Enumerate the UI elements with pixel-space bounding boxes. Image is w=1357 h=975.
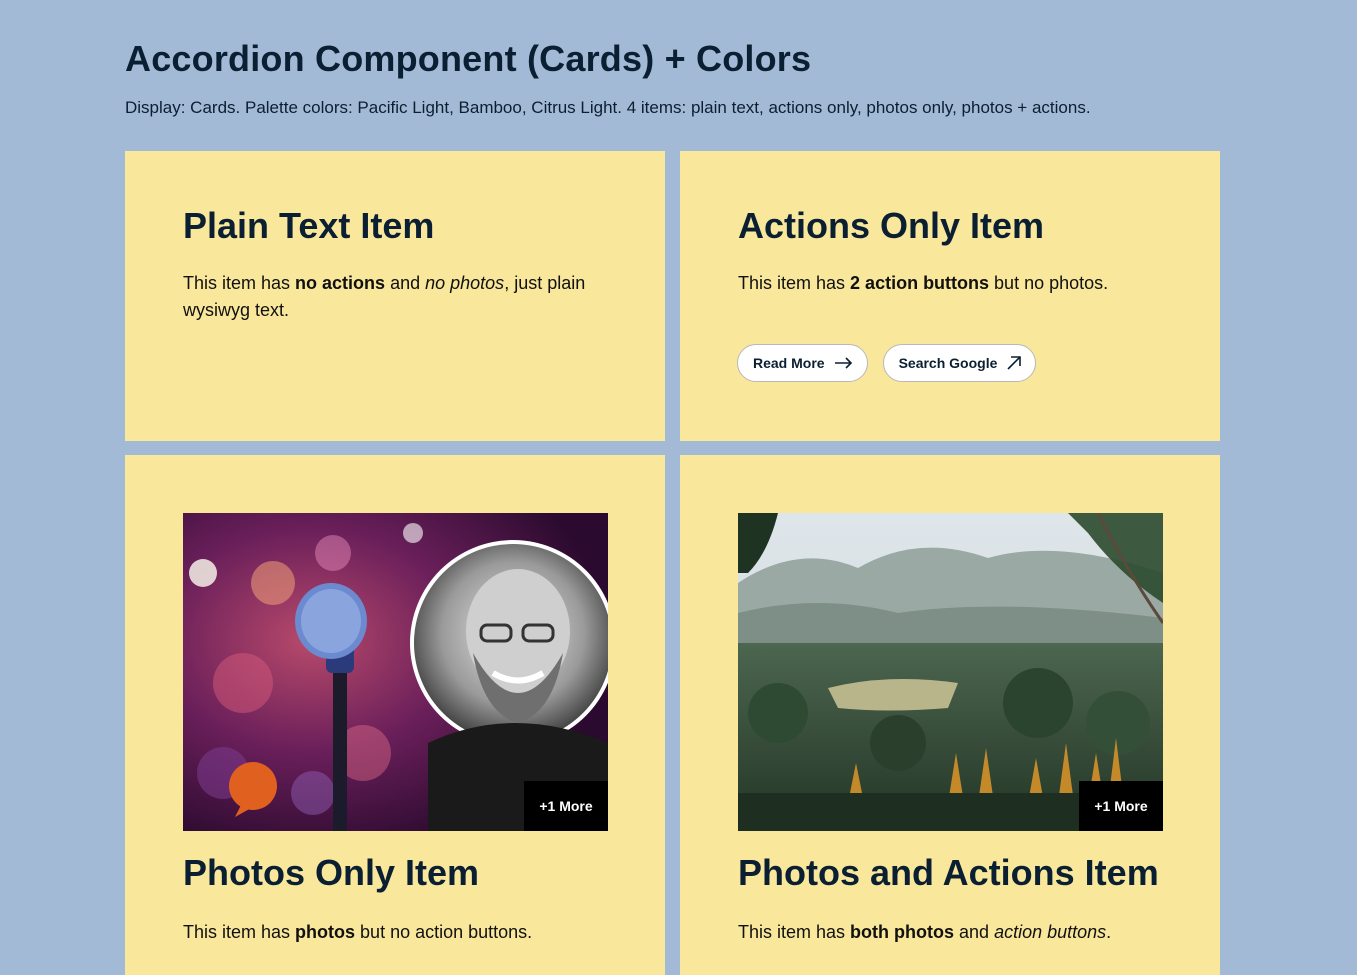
card-body: This item has photos but no action butto… [183, 919, 623, 946]
body-text: and [954, 922, 995, 942]
body-bold: no actions [295, 273, 386, 293]
body-text: This item has [183, 273, 296, 293]
body-bold: both photos [850, 922, 955, 942]
photo-gallery[interactable]: +1 More [738, 513, 1163, 831]
body-text: but no action buttons. [355, 922, 533, 942]
external-link-icon [1007, 356, 1022, 370]
page-title: Accordion Component (Cards) + Colors [125, 38, 812, 79]
more-photos-badge[interactable]: +1 More [1079, 781, 1163, 831]
body-text: . [1106, 922, 1112, 942]
card-body: This item has 2 action buttons but no ph… [738, 270, 1158, 297]
card-title: Photos Only Item [183, 852, 480, 893]
body-text: This item has [738, 922, 851, 942]
body-text: and [385, 273, 426, 293]
search-google-button[interactable]: Search Google [882, 344, 1037, 382]
card-title: Actions Only Item [738, 205, 1045, 246]
button-label: Read More [753, 355, 825, 371]
card-photos-only: +1 More Photos Only Item This item has p… [125, 455, 665, 975]
photo-gallery[interactable]: +1 More [183, 513, 608, 831]
body-text: This item has [738, 273, 851, 293]
card-title: Plain Text Item [183, 205, 435, 246]
card-body: This item has no actions and no photos, … [183, 270, 603, 324]
card-photos-and-actions: +1 More Photos and Actions Item This ite… [680, 455, 1220, 975]
body-bold: photos [295, 922, 356, 942]
card-title: Photos and Actions Item [738, 852, 1159, 893]
arrow-right-icon [834, 357, 853, 369]
more-photos-badge[interactable]: +1 More [524, 781, 608, 831]
card-actions-only: Actions Only Item This item has 2 action… [680, 151, 1220, 441]
button-label: Search Google [898, 355, 998, 371]
body-text: This item has [183, 922, 296, 942]
body-italic: no photos [425, 273, 505, 293]
card-actions: Read More Search Google [737, 344, 1037, 382]
body-bold: 2 action buttons [850, 273, 990, 293]
body-italic: action buttons [994, 922, 1107, 942]
read-more-button[interactable]: Read More [737, 344, 868, 382]
card-plain-text: Plain Text Item This item has no actions… [125, 151, 665, 441]
card-body: This item has both photos and action but… [738, 919, 1178, 946]
body-text: but no photos. [989, 273, 1109, 293]
page-description: Display: Cards. Palette colors: Pacific … [125, 98, 1091, 117]
